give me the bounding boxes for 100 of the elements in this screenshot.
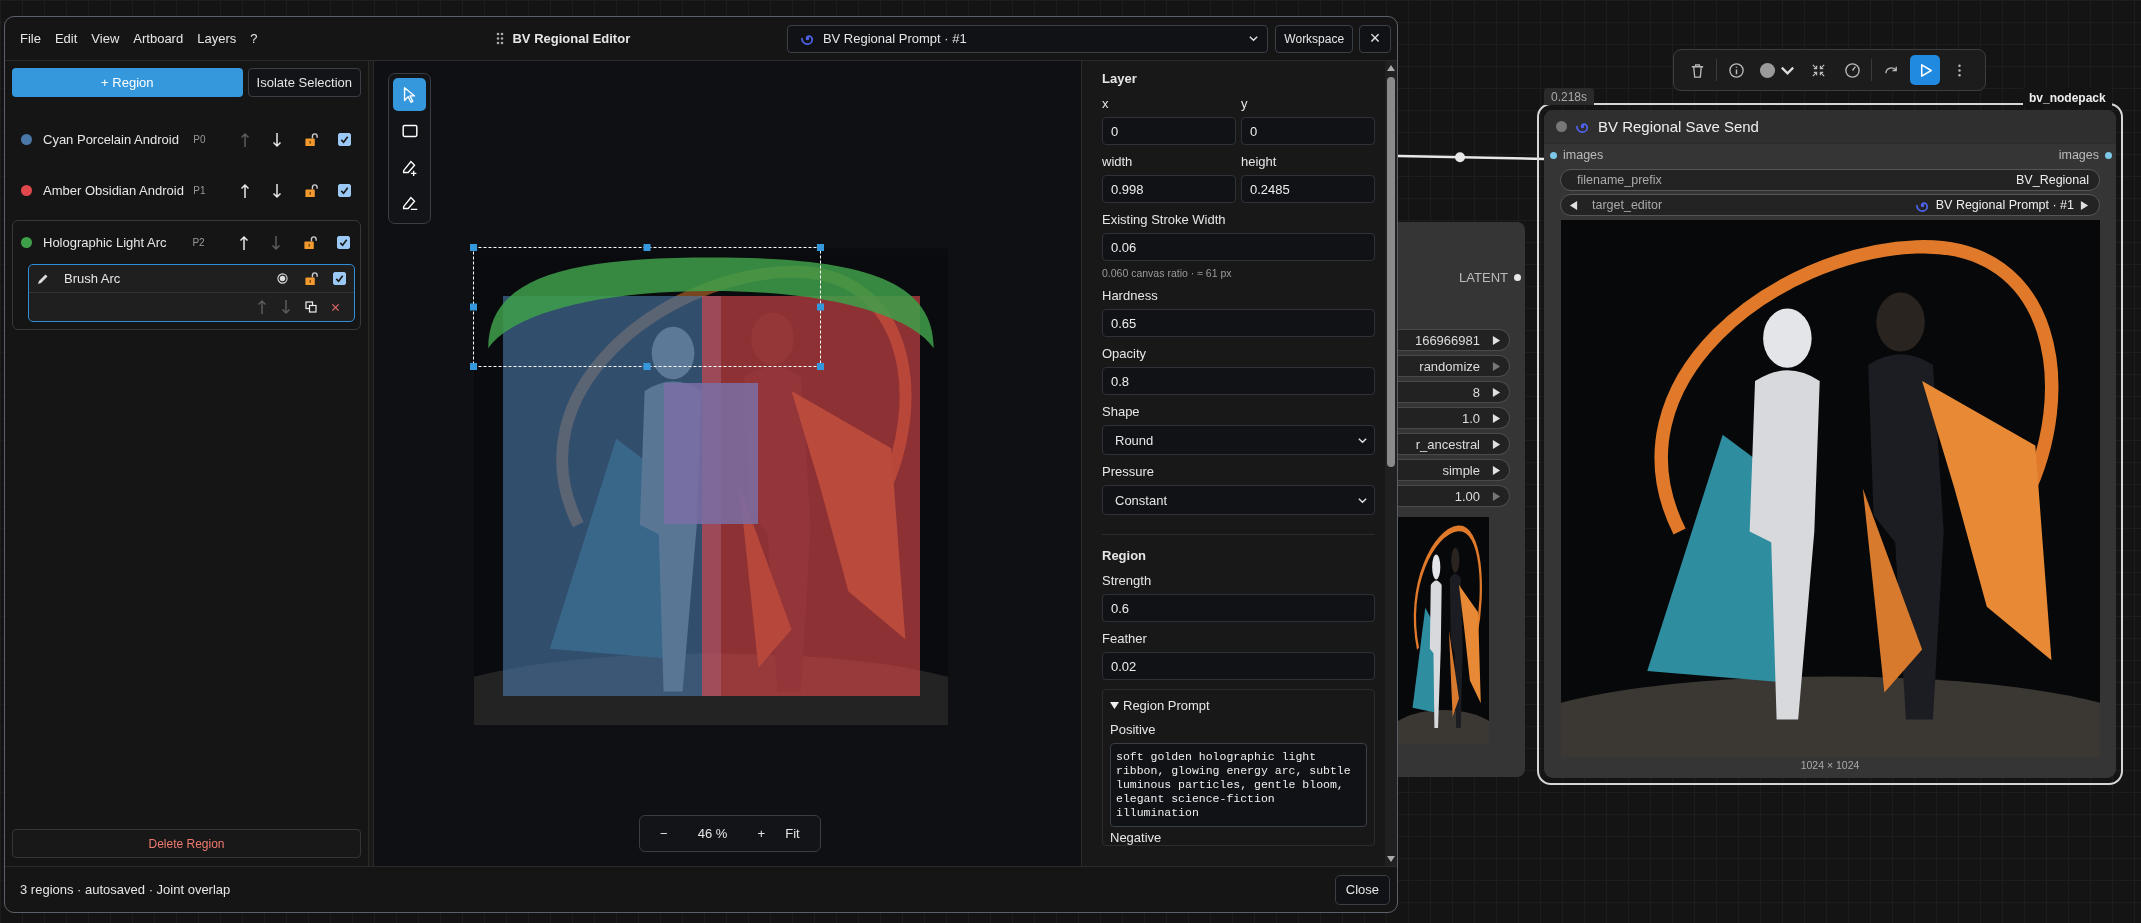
- checkbox[interactable]: [333, 272, 346, 285]
- number-field[interactable]: 0.998: [1102, 175, 1236, 203]
- widget-field[interactable]: simple: [1398, 459, 1510, 481]
- duplicate-icon[interactable]: [305, 301, 317, 313]
- close-button[interactable]: Close: [1334, 874, 1390, 905]
- prompt-field[interactable]: soft golden holographic light ribbon, glowing energy arc, subtle luminous particles, gentle bloom, elegant science-fiction illumination: [1110, 743, 1367, 827]
- padlock-icon[interactable]: [304, 271, 319, 286]
- field-label: width: [1102, 154, 1134, 169]
- padlock-icon[interactable]: [304, 132, 319, 147]
- input-label: images: [1563, 148, 1605, 162]
- input-dot[interactable]: [1550, 151, 1557, 159]
- zoom-out-button[interactable]: −: [650, 826, 678, 841]
- triangle-left-icon[interactable]: [1569, 199, 1578, 211]
- zoom-in-button[interactable]: +: [747, 826, 776, 841]
- number-field[interactable]: 0.6: [1102, 594, 1375, 622]
- field-label: Positive: [1110, 722, 1157, 737]
- field-label: Strength: [1102, 573, 1153, 588]
- triangle-right-icon[interactable]: [1492, 412, 1501, 424]
- pack-label: bv_nodepack: [2023, 88, 2112, 107]
- menu-item[interactable]: Edit: [49, 27, 83, 50]
- region-name[interactable]: Cyan Porcelain Android: [43, 132, 194, 147]
- scroll-down-icon[interactable]: [1387, 856, 1395, 863]
- number-field[interactable]: 0.65: [1102, 309, 1375, 337]
- menu-item[interactable]: Layers: [192, 27, 242, 50]
- widget-field[interactable]: 8: [1398, 381, 1510, 403]
- padlock-icon[interactable]: [304, 183, 319, 198]
- chevron-down-icon: [1248, 33, 1260, 44]
- field-label: height: [1241, 154, 1278, 169]
- output-dot[interactable]: [2105, 151, 2112, 159]
- number-field[interactable]: 0: [1241, 117, 1375, 145]
- field-label: Pressure: [1102, 464, 1156, 479]
- prompt-toggle[interactable]: Region Prompt: [1110, 698, 1367, 713]
- combo-widget[interactable]: target_editor BV Regional Prompt · #1: [1560, 194, 2100, 216]
- menu-item[interactable]: File: [15, 27, 46, 50]
- number-field[interactable]: 0: [1102, 117, 1236, 145]
- menu-item[interactable]: View: [86, 27, 125, 50]
- checkbox[interactable]: [338, 184, 351, 197]
- dropdown[interactable]: Round: [1102, 425, 1375, 455]
- section-heading: Layer: [1102, 71, 1138, 86]
- number-field[interactable]: 0.8: [1102, 367, 1375, 395]
- fit-button[interactable]: Fit: [775, 826, 810, 841]
- isolate-button[interactable]: Isolate Selection: [247, 68, 361, 97]
- dialog-title: BV Regional Editor: [512, 31, 631, 46]
- triangle-right-icon[interactable]: [1492, 334, 1501, 346]
- image-size: 1024 × 1024: [1799, 759, 1861, 771]
- menu-item[interactable]: ?: [245, 27, 263, 50]
- scrollbar[interactable]: [1385, 61, 1397, 866]
- dropdown[interactable]: Constant: [1102, 485, 1375, 515]
- widget-field[interactable]: 166966981: [1398, 329, 1510, 351]
- field-label: Feather: [1102, 631, 1148, 646]
- color-swatch-icon: [1758, 61, 1776, 79]
- priority-label: P0: [193, 134, 207, 145]
- target-icon[interactable]: [277, 273, 288, 284]
- output-label: LATENT: [1459, 270, 1508, 285]
- drag-handle-icon[interactable]: [496, 32, 505, 45]
- widget-field[interactable]: 1.00: [1398, 485, 1510, 507]
- status-text: 3 regions · autosaved · Joint overlap: [20, 882, 232, 897]
- text-widget[interactable]: filename_prefix BV_Regional: [1560, 169, 2100, 191]
- padlock-icon[interactable]: [303, 235, 318, 250]
- field-label: Hardness: [1102, 288, 1159, 303]
- region-name[interactable]: Amber Obsidian Android: [43, 183, 194, 198]
- scroll-up-icon[interactable]: [1387, 64, 1395, 71]
- number-field[interactable]: 0.02: [1102, 652, 1375, 680]
- layer-item[interactable]: Brush Arc: [28, 264, 355, 322]
- field-label: Existing Stroke Width: [1102, 212, 1227, 227]
- run-button[interactable]: [1910, 55, 1940, 85]
- checkbox[interactable]: [338, 133, 351, 146]
- hint-text: 0.060 canvas ratio · ≈ 61 px: [1102, 267, 1233, 279]
- priority-label: P1: [193, 185, 207, 196]
- widget-field[interactable]: r_ancestral: [1398, 433, 1510, 455]
- checkbox[interactable]: [337, 236, 350, 249]
- editor-dropdown[interactable]: BV Regional Prompt · #1: [786, 24, 1269, 53]
- selection-box[interactable]: [470, 244, 824, 370]
- widget-field[interactable]: 1.0: [1398, 407, 1510, 429]
- close-button[interactable]: ×: [1359, 24, 1391, 53]
- caret-icon: [1110, 701, 1119, 710]
- close-icon[interactable]: [331, 302, 340, 312]
- section-heading: Region: [1102, 548, 1148, 563]
- field-label: Opacity: [1102, 346, 1148, 361]
- collapse-dot[interactable]: [1556, 121, 1567, 132]
- triangle-right-icon[interactable]: [1492, 438, 1501, 450]
- region-card[interactable]: Holographic Light Arc P2 Brush Arc: [12, 220, 361, 330]
- field-label: x: [1102, 96, 1110, 111]
- region-name[interactable]: Holographic Light Arc: [43, 235, 193, 250]
- output-label: images: [2058, 148, 2099, 162]
- field-label: y: [1241, 96, 1249, 111]
- output-dot[interactable]: [1514, 274, 1521, 281]
- delete-button[interactable]: Delete Region: [12, 829, 361, 858]
- cursor-icon[interactable]: [393, 78, 426, 111]
- widget-field[interactable]: randomize: [1398, 355, 1510, 377]
- workspace-button[interactable]: Workspace: [1275, 24, 1354, 53]
- triangle-right-icon[interactable]: [1492, 464, 1501, 476]
- number-field[interactable]: 0.06: [1102, 233, 1375, 261]
- zoom-level: 46 %: [696, 826, 729, 841]
- triangle-right-icon[interactable]: [2080, 199, 2089, 211]
- triangle-right-icon[interactable]: [1492, 386, 1501, 398]
- menu-item[interactable]: Artboard: [128, 27, 189, 50]
- number-field[interactable]: 0.2485: [1241, 175, 1375, 203]
- pencil-icon: [37, 272, 49, 285]
- time-badge: 0.218s: [1544, 88, 1595, 105]
